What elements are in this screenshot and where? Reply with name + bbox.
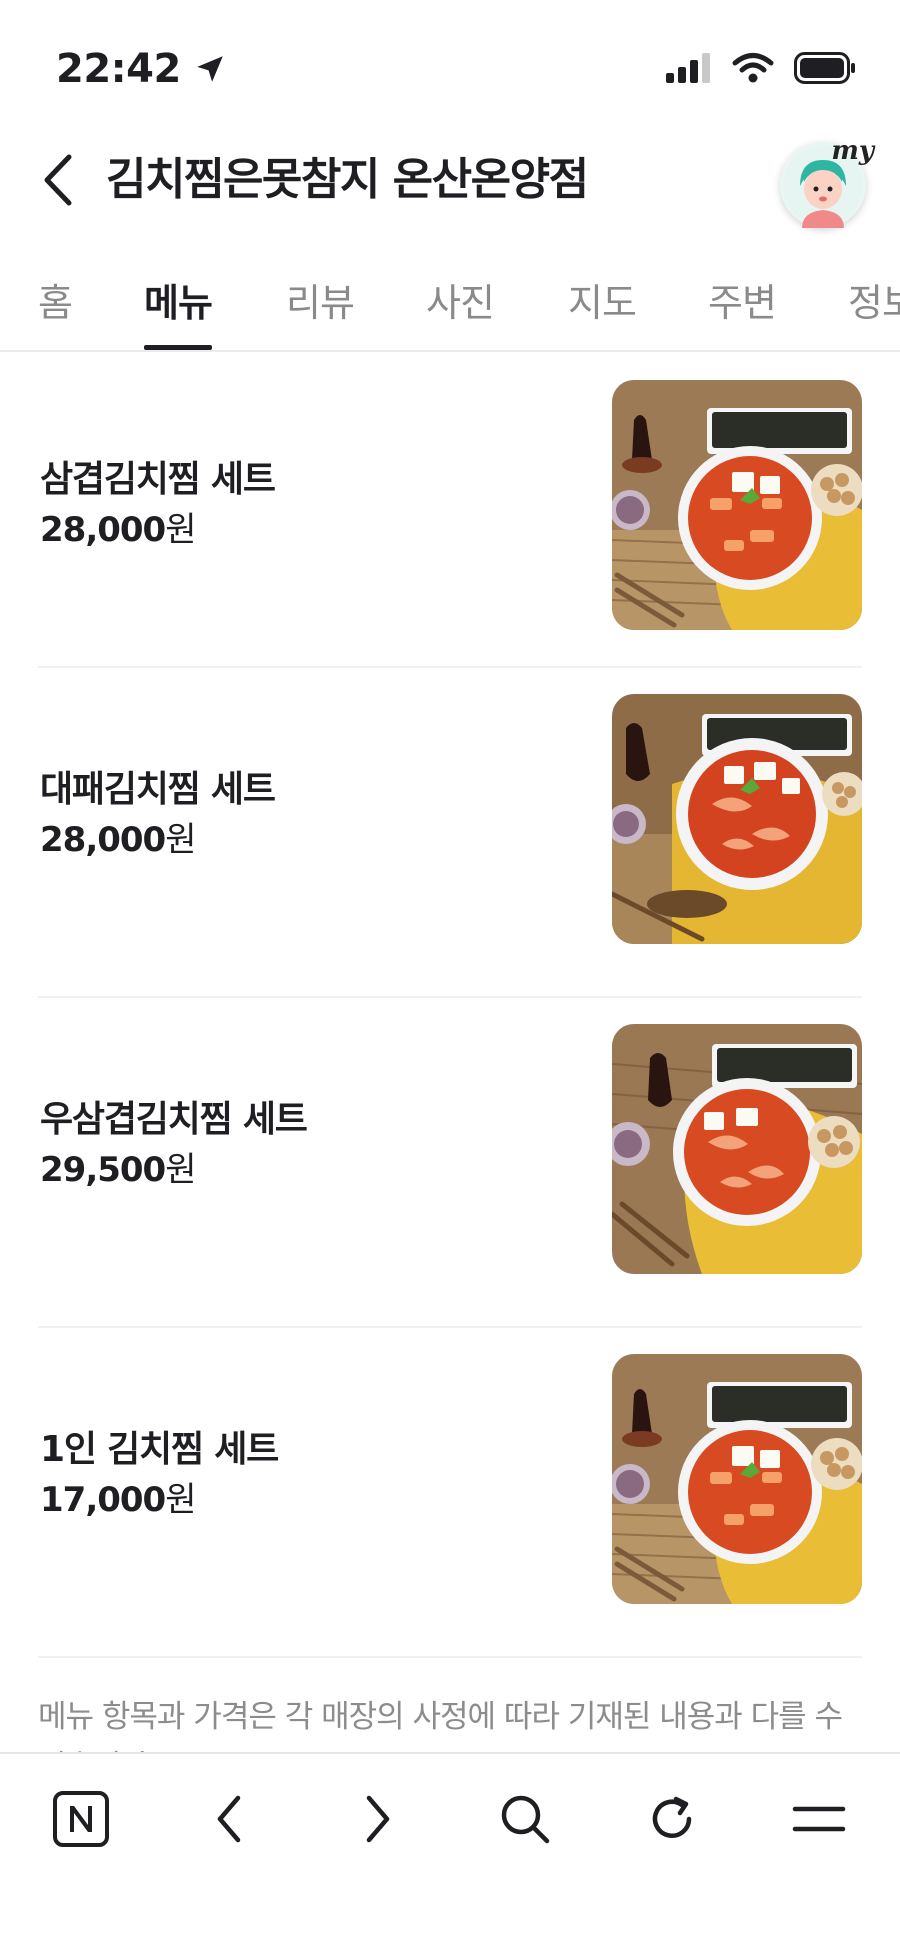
kimchi-jjim-photo	[612, 380, 862, 630]
location-arrow-icon	[197, 56, 223, 82]
tab-map[interactable]: 지도	[568, 272, 637, 350]
menu-price: 28,000원	[40, 816, 275, 864]
menu-icon	[792, 1806, 846, 1832]
tab-home[interactable]: 홈	[38, 272, 73, 350]
back-arrow-icon	[217, 1795, 241, 1843]
menu-notice: 메뉴 항목과 가격은 각 매장의 사정에 따라 기재된 내용과 다를 수 있습니…	[38, 1699, 843, 1752]
price-unit: 원	[165, 1480, 196, 1520]
menu-text: 삼겹김치찜 세트 28,000원	[40, 454, 276, 554]
forward-arrow-icon	[366, 1795, 390, 1843]
menu-name: 1인 김치찜 세트	[40, 1429, 279, 1470]
menu-list: 삼겹김치찜 세트 28,000원 대패김치찜 세트 28,000원 우삼겹김치찜…	[38, 354, 862, 1658]
kimchi-jjim-photo	[612, 694, 862, 944]
menu-text: 1인 김치찜 세트 17,000원	[40, 1424, 279, 1524]
menu-item[interactable]: 1인 김치찜 세트 17,000원	[38, 1328, 862, 1658]
price-value: 17,000	[40, 1480, 166, 1520]
price-value: 28,000	[40, 510, 166, 550]
signal-icon	[666, 53, 710, 83]
price-value: 29,500	[40, 1150, 166, 1190]
status-bar: 22:42	[0, 0, 900, 130]
my-label: my	[831, 136, 874, 166]
status-time: 22:42	[56, 46, 227, 92]
page-title: 김치찜은못참지 온산온양점	[106, 154, 589, 205]
refresh-icon	[652, 1796, 692, 1838]
search-icon	[501, 1795, 550, 1844]
chevron-left-icon	[44, 154, 72, 206]
menu-name: 삼겹김치찜 세트	[40, 459, 276, 500]
naver-home-icon	[53, 1791, 109, 1847]
price-value: 28,000	[40, 820, 166, 860]
browser-forward-button[interactable]	[343, 1784, 413, 1854]
kimchi-jjim-photo	[612, 1024, 862, 1274]
tab-review[interactable]: 리뷰	[286, 272, 355, 350]
tab-nearby[interactable]: 주변	[708, 272, 777, 350]
status-indicators	[666, 52, 856, 84]
tab-photo[interactable]: 사진	[426, 272, 495, 350]
menu-text: 대패김치찜 세트 28,000원	[40, 764, 276, 864]
menu-item[interactable]: 대패김치찜 세트 28,000원	[38, 668, 862, 998]
menu-photo[interactable]	[612, 1024, 862, 1274]
more-menu-button[interactable]	[784, 1784, 854, 1854]
menu-photo[interactable]	[612, 1354, 862, 1604]
menu-item[interactable]: 우삼겹김치찜 세트 29,500원	[38, 998, 862, 1328]
tab-menu[interactable]: 메뉴	[144, 272, 213, 350]
menu-photo[interactable]	[612, 694, 862, 944]
menu-item[interactable]: 삼겹김치찜 세트 28,000원	[38, 354, 862, 668]
menu-price: 28,000원	[40, 506, 275, 554]
browser-back-button[interactable]	[194, 1784, 264, 1854]
back-button[interactable]	[30, 150, 86, 210]
menu-text: 우삼겹김치찜 세트 29,500원	[40, 1094, 308, 1194]
battery-icon	[794, 52, 855, 84]
wifi-icon	[732, 53, 774, 83]
menu-name: 우삼겹김치찜 세트	[40, 1099, 308, 1140]
clock: 22:42	[56, 46, 181, 92]
refresh-button[interactable]	[637, 1784, 707, 1854]
my-profile-button[interactable]: my	[780, 136, 874, 228]
place-header: 김치찜은못참지 온산온양점 my	[0, 130, 900, 230]
kimchi-jjim-photo	[612, 1354, 862, 1604]
tab-bar: 홈 메뉴 리뷰 사진 지도 주변 정보	[0, 262, 900, 352]
menu-name: 대패김치찜 세트	[40, 769, 276, 810]
menu-price: 17,000원	[40, 1476, 278, 1524]
tab-info[interactable]: 정보	[848, 272, 900, 350]
price-unit: 원	[165, 510, 196, 550]
search-button[interactable]	[490, 1784, 560, 1854]
price-unit: 원	[165, 820, 196, 860]
menu-price: 29,500원	[40, 1146, 307, 1194]
naver-home-button[interactable]	[46, 1784, 116, 1854]
menu-photo[interactable]	[612, 380, 862, 630]
price-unit: 원	[165, 1150, 196, 1190]
browser-toolbar	[0, 1752, 900, 1949]
